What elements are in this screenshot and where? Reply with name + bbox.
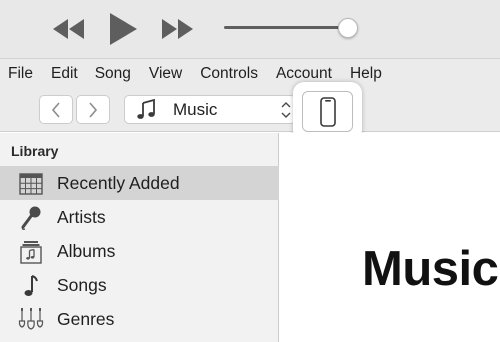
media-kind-selector[interactable]: Music	[124, 95, 296, 124]
play-button[interactable]	[104, 0, 142, 58]
main-content: Music	[280, 133, 500, 342]
sidebar-item-songs[interactable]: Songs	[0, 268, 279, 302]
sidebar-item-genres[interactable]: Genres	[0, 302, 279, 336]
sidebar-item-label: Albums	[57, 241, 116, 261]
rewind-icon	[53, 19, 84, 39]
fast-forward-icon	[162, 19, 193, 39]
sidebar-item-label: Artists	[57, 207, 106, 227]
menu-account[interactable]: Account	[276, 65, 332, 83]
music-note-icon	[137, 99, 155, 119]
guitar-icon	[18, 307, 44, 333]
menu-bar: File Edit Song View Controls Account Hel…	[0, 58, 500, 88]
grid-icon	[18, 171, 44, 197]
player-bar	[0, 0, 500, 58]
sidebar: Library Recently Added Artists Albums So…	[0, 133, 279, 342]
sidebar-item-albums[interactable]: Albums	[0, 234, 279, 268]
sidebar-item-artists[interactable]: Artists	[0, 200, 279, 234]
menu-song[interactable]: Song	[95, 65, 131, 83]
microphone-icon	[18, 205, 44, 231]
library-header: Library	[11, 143, 59, 159]
sidebar-item-label: Songs	[57, 275, 107, 295]
album-icon	[18, 239, 44, 265]
forward-button[interactable]	[76, 95, 110, 124]
page-title: Music	[362, 242, 499, 296]
sidebar-item-recently-added[interactable]: Recently Added	[0, 166, 279, 200]
back-button[interactable]	[39, 95, 73, 124]
menu-edit[interactable]: Edit	[51, 65, 78, 83]
volume-knob[interactable]	[338, 18, 358, 38]
music-note-icon	[18, 273, 44, 299]
chevron-right-icon	[89, 101, 98, 118]
menu-view[interactable]: View	[149, 65, 182, 83]
menu-file[interactable]: File	[8, 65, 33, 83]
chevron-left-icon	[51, 101, 60, 118]
fast-forward-button[interactable]	[160, 0, 194, 58]
volume-track	[224, 26, 348, 29]
volume-slider[interactable]	[224, 18, 364, 38]
sidebar-item-label: Recently Added	[57, 173, 180, 193]
media-kind-label: Music	[173, 100, 218, 119]
menu-controls[interactable]: Controls	[200, 65, 258, 83]
rewind-button[interactable]	[52, 0, 86, 58]
iphone-icon	[319, 96, 336, 127]
device-button[interactable]	[302, 91, 353, 132]
menu-help[interactable]: Help	[350, 65, 382, 83]
sidebar-item-label: Genres	[57, 309, 115, 329]
updown-chevron-icon	[281, 102, 291, 118]
play-icon	[110, 13, 137, 45]
